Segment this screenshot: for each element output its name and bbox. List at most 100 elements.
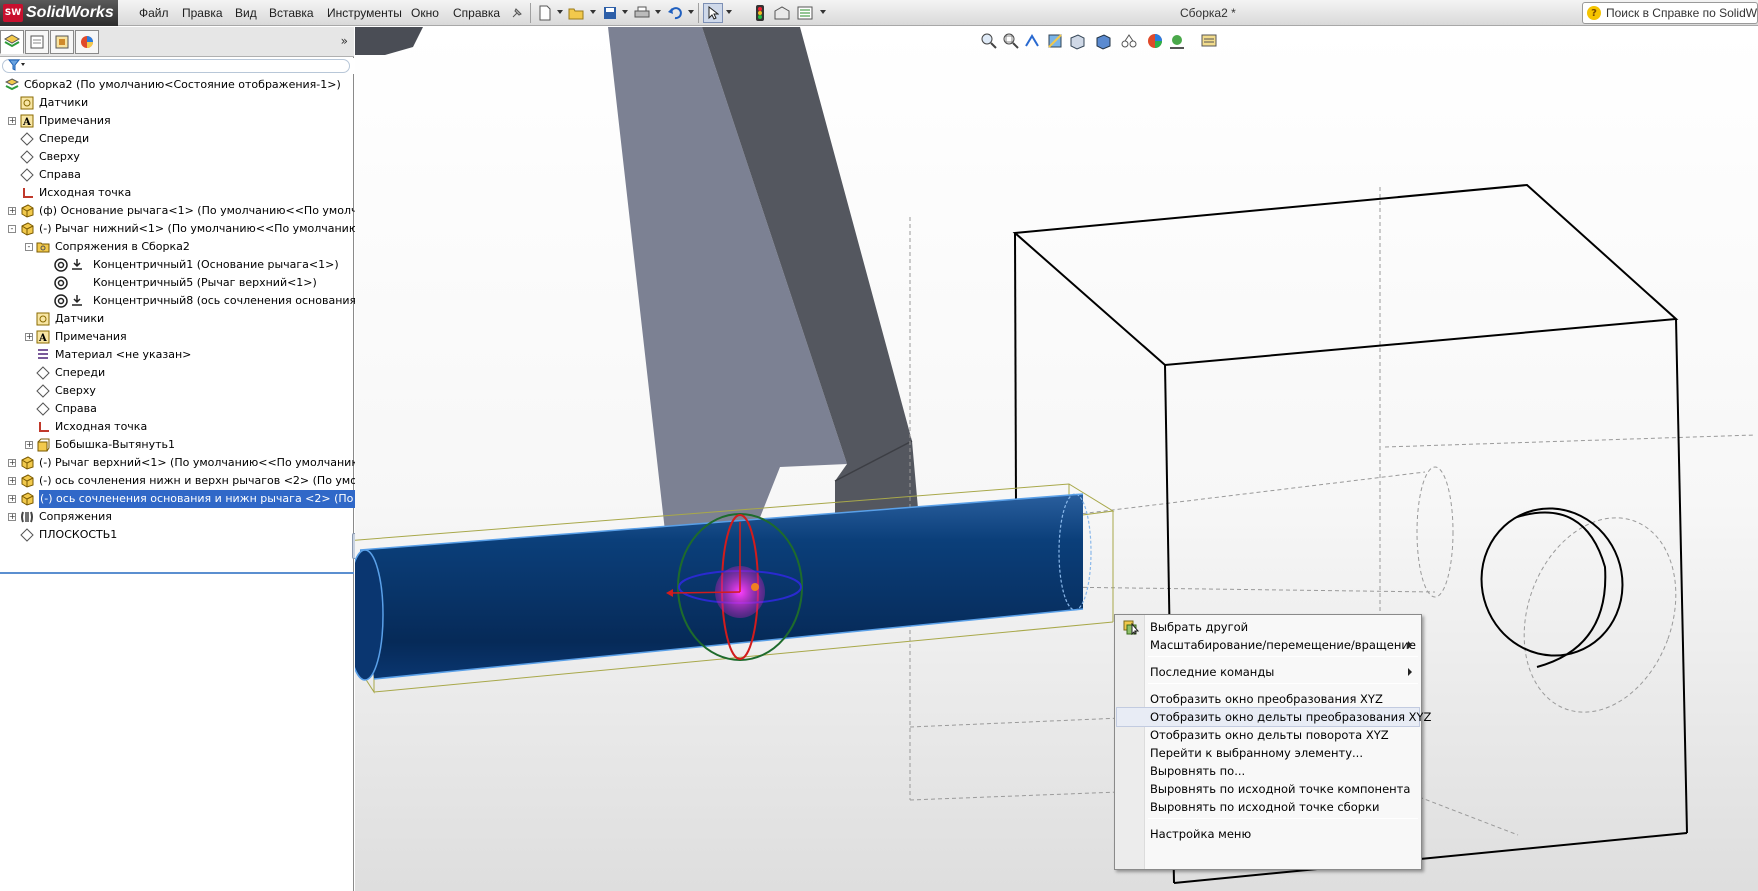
section-view-icon[interactable] — [1046, 32, 1064, 50]
expand-icon[interactable]: + — [8, 495, 16, 503]
tree-item-label: Исходная точка — [55, 420, 148, 433]
zoom-to-area-icon[interactable] — [1002, 32, 1020, 50]
menu-help[interactable]: Справка — [453, 6, 500, 20]
save-icon[interactable] — [600, 3, 620, 23]
select-arrow-icon[interactable] — [703, 3, 723, 23]
context-menu-item[interactable]: Отобразить окно дельты преобразования XY… — [1116, 707, 1431, 727]
feature-manager-tab-icon[interactable] — [0, 30, 24, 54]
tree-item[interactable]: ПЛОСКОСТЬ1 — [0, 526, 354, 544]
file-properties-icon[interactable] — [772, 3, 792, 23]
tree-item[interactable]: + A Примечания — [0, 112, 354, 130]
tree-item[interactable]: Спереди — [0, 130, 354, 148]
tree-item[interactable]: Справа — [0, 400, 354, 418]
tree-item[interactable]: Исходная точка — [0, 418, 354, 436]
tree-item[interactable]: + Бобышка-Вытянуть1 — [0, 436, 354, 454]
save-dropdown-arrow[interactable] — [622, 10, 628, 14]
context-menu-item[interactable]: Масштабирование/перемещение/вращение — [1116, 635, 1420, 655]
submenu-arrow-icon — [1408, 668, 1412, 676]
context-menu-item[interactable]: Выбрать другой — [1116, 617, 1420, 637]
print-dropdown-arrow[interactable] — [655, 10, 661, 14]
filter-icon[interactable] — [7, 59, 26, 74]
previous-view-icon[interactable] — [1024, 32, 1042, 50]
expand-icon[interactable]: + — [8, 513, 16, 521]
context-menu-item[interactable]: Последние команды — [1116, 662, 1420, 682]
context-menu-item[interactable]: Отобразить окно дельты поворота XYZ — [1116, 725, 1420, 745]
undo-dropdown-arrow[interactable] — [688, 10, 694, 14]
context-menu-item[interactable]: Перейти к выбранному элементу... — [1116, 743, 1420, 763]
view-settings-icon[interactable] — [1200, 32, 1218, 50]
display-manager-tab-icon[interactable] — [75, 30, 99, 54]
open-folder-icon[interactable] — [566, 3, 586, 23]
mates-folder-icon — [36, 240, 50, 254]
tree-item[interactable]: - Сопряжения в Сборка2 — [0, 238, 354, 256]
menu-view[interactable]: Вид — [235, 6, 257, 20]
tree-item[interactable]: + (ф) Основание рычага<1> (По умолчанию<<… — [0, 202, 397, 220]
menu-tools[interactable]: Инструменты — [327, 6, 402, 20]
tree-item[interactable]: + (-) ось сочленения основания и нижн рыч… — [0, 490, 400, 508]
zoom-to-fit-icon[interactable] — [980, 32, 998, 50]
plane-icon — [20, 132, 34, 146]
view-orientation-icon[interactable] — [1068, 32, 1086, 50]
help-search-input[interactable]: ? Поиск в Справке по SolidWorks — [1582, 2, 1758, 24]
solidworks-logo[interactable]: SW SolidWorks — [0, 0, 118, 26]
tree-item[interactable]: Сверху — [0, 148, 354, 166]
context-menu-item[interactable]: Выровнять по исходной точке сборки — [1116, 797, 1420, 817]
context-menu-item[interactable]: Выровнять по исходной точке компонента — [1116, 779, 1420, 799]
menu-edit[interactable]: Правка — [182, 6, 223, 20]
tree-item[interactable]: + (-) ось сочленения нижн и верхн рычагов… — [0, 472, 392, 490]
tree-item[interactable]: Исходная точка — [0, 184, 354, 202]
menu-file[interactable]: Файл — [139, 6, 169, 20]
edit-appearance-icon[interactable] — [1146, 32, 1164, 50]
tree-item[interactable]: Сборка2 (По умолчанию<Состояние отображе… — [0, 76, 354, 94]
tree-filter-input[interactable] — [2, 59, 350, 73]
expand-icon[interactable]: + — [25, 441, 33, 449]
expand-icon[interactable]: + — [8, 477, 16, 485]
tree-item[interactable]: Датчики — [0, 310, 354, 328]
expand-icon[interactable]: + — [25, 333, 33, 341]
menu-insert[interactable]: Вставка — [269, 6, 314, 20]
open-dropdown-arrow[interactable] — [590, 10, 596, 14]
pin-icon[interactable] — [507, 3, 527, 23]
tree-item[interactable]: Концентричный5 (Рычаг верхний<1>) — [0, 274, 354, 292]
tree-item[interactable]: Концентричный1 (Основание рычага<1>) — [0, 256, 354, 274]
tree-item[interactable]: - (-) Рычаг нижний<1> (По умолчанию<<По у… — [0, 220, 400, 238]
tree-item[interactable]: Справа — [0, 166, 354, 184]
help-question-icon: ? — [1587, 6, 1601, 20]
select-dropdown-arrow[interactable] — [726, 10, 732, 14]
context-menu-item[interactable]: Отобразить окно преобразования XYZ — [1116, 689, 1420, 709]
panel-collapse-icon[interactable]: » — [341, 34, 348, 48]
expand-icon[interactable]: + — [8, 117, 16, 125]
annotations-icon: A — [36, 330, 50, 344]
tree-item[interactable]: + (-) Рычаг верхний<1> (По умолчанию<<По … — [0, 454, 396, 472]
property-manager-tab-icon[interactable] — [25, 30, 49, 54]
tree-item[interactable]: Концентричный8 (ось сочленения основания… — [0, 292, 395, 310]
graphics-viewport[interactable]: Выбрать другой Масштабирование/перемещени… — [355, 27, 1758, 891]
tree-item[interactable]: Датчики — [0, 94, 354, 112]
apply-scene-icon[interactable] — [1168, 32, 1186, 50]
tree-item[interactable]: Материал <не указан> — [0, 346, 354, 364]
new-document-icon[interactable] — [535, 3, 555, 23]
hide-show-items-icon[interactable] — [1120, 32, 1138, 50]
context-menu-item[interactable]: Выровнять по... — [1116, 761, 1420, 781]
tree-item[interactable]: Сверху — [0, 382, 354, 400]
display-style-icon[interactable] — [1094, 32, 1112, 50]
undo-icon[interactable] — [665, 3, 685, 23]
tree-item[interactable]: + Сопряжения — [0, 508, 354, 526]
tree-item-label: Справа — [39, 168, 81, 181]
tree-item[interactable]: Спереди — [0, 364, 354, 382]
options-icon[interactable] — [795, 3, 815, 23]
collapse-icon[interactable]: - — [25, 243, 33, 251]
tree-item[interactable]: + A Примечания — [0, 328, 354, 346]
menu-window[interactable]: Окно — [411, 6, 439, 20]
collapse-icon[interactable]: - — [8, 225, 16, 233]
menu-bar: SW SolidWorks Файл Правка Вид Вставка Ин… — [0, 0, 1758, 26]
configuration-manager-tab-icon[interactable] — [50, 30, 74, 54]
new-dropdown-arrow[interactable] — [557, 10, 563, 14]
expand-icon[interactable]: + — [8, 459, 16, 467]
rebuild-traffic-light-icon[interactable] — [750, 3, 770, 23]
context-menu-item[interactable]: Настройка меню — [1116, 824, 1420, 844]
options-dropdown-arrow[interactable] — [820, 10, 826, 14]
toolbar-separator — [530, 3, 531, 23]
expand-icon[interactable]: + — [8, 207, 16, 215]
print-icon[interactable] — [632, 3, 652, 23]
